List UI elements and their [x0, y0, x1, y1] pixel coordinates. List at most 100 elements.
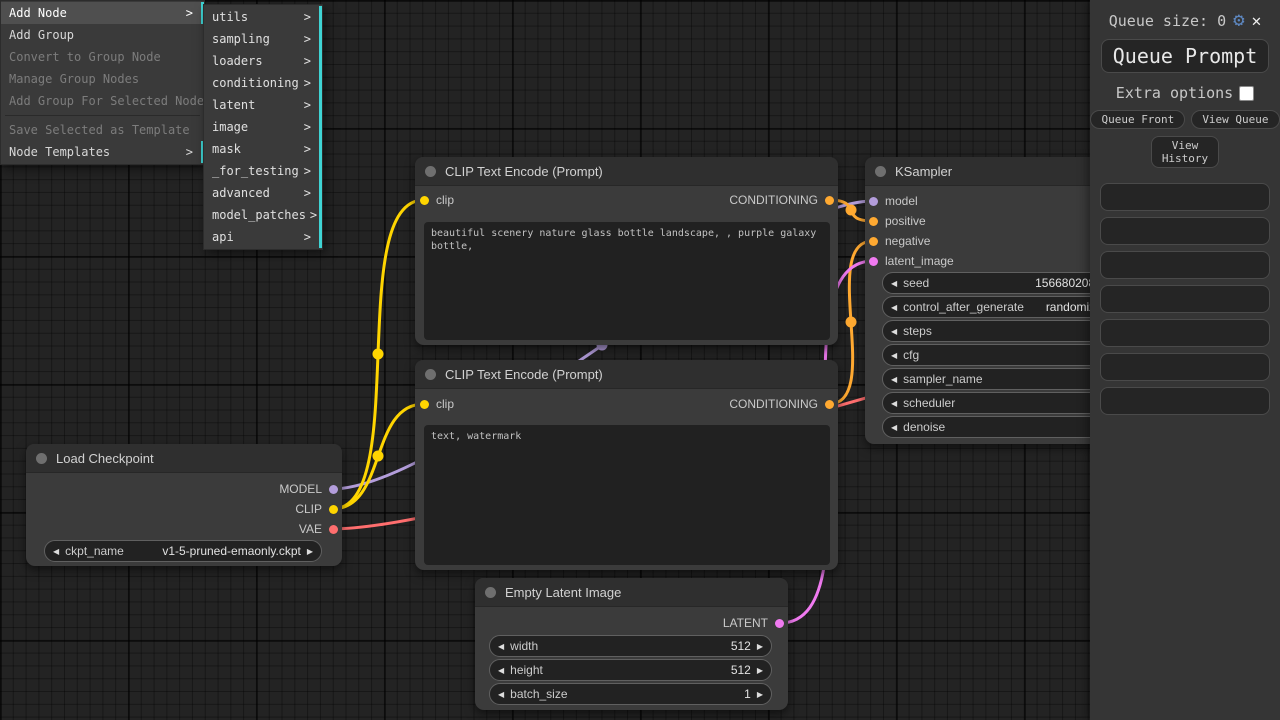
clipspace-button[interactable] — [1100, 285, 1270, 313]
decrement-arrow-icon[interactable]: ◀ — [891, 279, 897, 288]
increment-arrow-icon[interactable]: ▶ — [757, 642, 763, 651]
checkpoint-output-clip[interactable]: CLIP — [295, 501, 338, 517]
latent-output-dot[interactable] — [775, 619, 784, 628]
widget-steps[interactable]: ◀ steps ▶ — [882, 320, 1123, 342]
ksampler-input-negative[interactable]: negative — [869, 233, 930, 249]
decrement-arrow-icon[interactable]: ◀ — [891, 327, 897, 336]
node-clip-text-encode-1[interactable]: CLIP Text Encode (Prompt) clip CONDITION… — [415, 157, 838, 345]
queue-front-button[interactable]: Queue Front — [1090, 110, 1185, 129]
widget-label: sampler_name — [903, 372, 982, 386]
extra-options-label: Extra options — [1116, 84, 1233, 102]
submenu-arrow-icon — [192, 119, 196, 141]
ksampler-input-positive[interactable]: positive — [869, 213, 926, 229]
submenu-arrow-icon: > — [300, 50, 311, 72]
load-button[interactable] — [1100, 217, 1270, 245]
refresh-button[interactable] — [1100, 251, 1270, 279]
widget-ckpt-name[interactable]: ◀ ckpt_name v1-5-pruned-emaonly.ckpt ▶ — [44, 540, 322, 562]
conditioning-output-dot[interactable] — [825, 400, 834, 409]
submenu-item-utils[interactable]: utils > — [204, 6, 322, 28]
node-title-bar[interactable]: CLIP Text Encode (Prompt) — [415, 360, 838, 389]
load-default-button[interactable] — [1100, 353, 1270, 381]
submenu-item-api[interactable]: api > — [204, 226, 322, 248]
clip-input-dot[interactable] — [420, 400, 429, 409]
collapse-dot[interactable] — [425, 369, 436, 380]
positive-prompt-textarea[interactable]: beautiful scenery nature glass bottle la… — [424, 222, 830, 340]
input-slot-dot[interactable] — [869, 197, 878, 206]
extra-options-checkbox[interactable] — [1239, 86, 1254, 101]
clip-input-dot[interactable] — [420, 196, 429, 205]
collapse-dot[interactable] — [36, 453, 47, 464]
decrement-arrow-icon[interactable]: ◀ — [498, 642, 504, 651]
node-clip-text-encode-2[interactable]: CLIP Text Encode (Prompt) clip CONDITION… — [415, 360, 838, 570]
checkpoint-output-vae[interactable]: VAE — [299, 521, 338, 537]
submenu-item-advanced[interactable]: advanced > — [204, 182, 322, 204]
node-title-bar[interactable]: CLIP Text Encode (Prompt) — [415, 157, 838, 186]
submenu-item-sampling[interactable]: sampling > — [204, 28, 322, 50]
widget-control-after-generate[interactable]: ◀ control_after_generate randomize ▶ — [882, 296, 1123, 318]
submenu-arrow-icon: > — [306, 204, 317, 226]
decrement-arrow-icon[interactable]: ◀ — [498, 690, 504, 699]
widget-width[interactable]: ◀ width 512 ▶ — [489, 635, 772, 657]
menu-item-add-node[interactable]: Add Node > — [1, 2, 204, 24]
submenu-arrow-icon: > — [300, 226, 311, 248]
view-queue-button[interactable]: View Queue — [1191, 110, 1279, 129]
widget-seed[interactable]: ◀ seed 1566802087 ▶ — [882, 272, 1123, 294]
node-empty-latent-image[interactable]: Empty Latent Image LATENT ◀ width 512 ▶ … — [475, 578, 788, 710]
ksampler-input-model[interactable]: model — [869, 193, 918, 209]
previous-arrow-icon[interactable]: ◀ — [53, 547, 59, 556]
input-slot-dot[interactable] — [869, 237, 878, 246]
decrement-arrow-icon[interactable]: ◀ — [498, 666, 504, 675]
clear-button[interactable] — [1100, 319, 1270, 347]
save-button[interactable] — [1100, 183, 1270, 211]
output-slot-dot[interactable] — [329, 525, 338, 534]
menu-item-node-templates[interactable]: Node Templates > — [1, 141, 204, 163]
submenu-item-latent[interactable]: latent > — [204, 94, 322, 116]
next-arrow-icon[interactable]: ▶ — [307, 547, 313, 556]
widget-height[interactable]: ◀ height 512 ▶ — [489, 659, 772, 681]
input-slot-dot[interactable] — [869, 257, 878, 266]
submenu-item-loaders[interactable]: loaders > — [204, 50, 322, 72]
input-slot-dot[interactable] — [869, 217, 878, 226]
menu-item-label: Add Group — [9, 24, 74, 46]
reset-view-button[interactable] — [1100, 387, 1270, 415]
widget-sampler-name[interactable]: ◀ sampler_name ▶ — [882, 368, 1123, 390]
collapse-dot[interactable] — [485, 587, 496, 598]
submenu-item-mask[interactable]: mask > — [204, 138, 322, 160]
decrement-arrow-icon[interactable]: ◀ — [891, 423, 897, 432]
ksampler-input-latent-image[interactable]: latent_image — [869, 253, 954, 269]
link-clip-to-negative-prompt — [332, 404, 424, 509]
settings-gear-icon[interactable]: ⚙ — [1233, 11, 1244, 30]
node-title-bar[interactable]: Empty Latent Image — [475, 578, 788, 607]
checkpoint-output-model[interactable]: MODEL — [279, 481, 338, 497]
collapse-dot[interactable] — [425, 166, 436, 177]
queue-prompt-button[interactable]: Queue Prompt — [1101, 39, 1269, 73]
node-title-bar[interactable]: Load Checkpoint — [26, 444, 342, 473]
decrement-arrow-icon[interactable]: ◀ — [891, 351, 897, 360]
widget-scheduler[interactable]: ◀ scheduler ▶ — [882, 392, 1123, 414]
view-history-button[interactable]: View History — [1151, 136, 1219, 168]
conditioning-output-dot[interactable] — [825, 196, 834, 205]
close-icon[interactable]: ✕ — [1252, 13, 1262, 29]
widget-cfg[interactable]: ◀ cfg ▶ — [882, 344, 1123, 366]
increment-arrow-icon[interactable]: ▶ — [757, 690, 763, 699]
submenu-item-label: image — [212, 116, 248, 138]
collapse-dot[interactable] — [875, 166, 886, 177]
node-load-checkpoint[interactable]: Load Checkpoint MODEL CLIP VAE ◀ ckpt_na… — [26, 444, 342, 566]
submenu-item-image[interactable]: image > — [204, 116, 322, 138]
decrement-arrow-icon[interactable]: ◀ — [891, 399, 897, 408]
widget-batch-size[interactable]: ◀ batch_size 1 ▶ — [489, 683, 772, 705]
decrement-arrow-icon[interactable]: ◀ — [891, 303, 897, 312]
menu-item-add-group[interactable]: Add Group — [1, 24, 204, 46]
widget-value: 512 — [731, 663, 751, 677]
increment-arrow-icon[interactable]: ▶ — [757, 666, 763, 675]
node-title: CLIP Text Encode (Prompt) — [445, 164, 603, 179]
output-slot-dot[interactable] — [329, 505, 338, 514]
conditioning-output-label: CONDITIONING — [729, 397, 818, 411]
decrement-arrow-icon[interactable]: ◀ — [891, 375, 897, 384]
widget-denoise[interactable]: ◀ denoise ▶ — [882, 416, 1123, 438]
submenu-item-conditioning[interactable]: conditioning > — [204, 72, 322, 94]
submenu-item-model-patches[interactable]: model_patches > — [204, 204, 322, 226]
negative-prompt-textarea[interactable]: text, watermark — [424, 425, 830, 565]
output-slot-dot[interactable] — [329, 485, 338, 494]
submenu-item-for-testing[interactable]: _for_testing > — [204, 160, 322, 182]
